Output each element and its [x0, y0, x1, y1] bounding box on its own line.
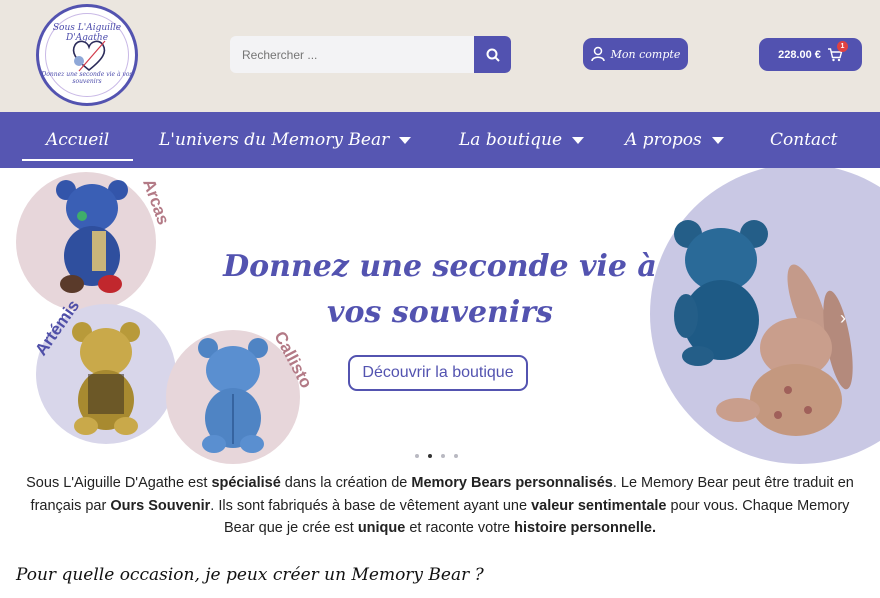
occasion-heading: Pour quelle occasion, je peux créer un M…: [16, 565, 484, 585]
site-logo[interactable]: Sous L'Aiguille D'Agathe Donnez une seco…: [36, 4, 138, 106]
search-icon: [486, 48, 500, 62]
intro-text: Sous L'Aiguille D'Agathe est: [26, 475, 212, 491]
nav-item-apropos[interactable]: A propos: [625, 112, 724, 168]
slider-dot-1[interactable]: [415, 454, 419, 458]
intro-bold: Ours Souvenir: [110, 497, 211, 514]
nav-item-boutique[interactable]: La boutique: [459, 112, 585, 168]
nav-item-contact[interactable]: Contact: [770, 112, 838, 168]
intro-bold: spécialisé: [211, 475, 281, 491]
nav-active-indicator: [22, 159, 133, 161]
chevron-down-icon: [572, 136, 585, 144]
main-nav: Accueil L'univers du Memory Bear La bout…: [0, 112, 880, 168]
nav-item-label: Contact: [770, 130, 838, 150]
search-button[interactable]: [474, 36, 511, 73]
nav-item-univers[interactable]: L'univers du Memory Bear: [159, 112, 412, 168]
bear-image-arcas: [56, 180, 128, 293]
intro-text: dans la création de: [280, 475, 412, 491]
heart-needle-icon: [72, 40, 106, 72]
intro-paragraph: Sous L'Aiguille D'Agathe est spécialisé …: [18, 472, 862, 540]
chevron-down-icon: [711, 136, 724, 144]
bunny-image: [716, 264, 853, 436]
nav-item-label: L'univers du Memory Bear: [159, 130, 390, 150]
search-input[interactable]: [230, 36, 474, 73]
logo-tagline: Donnez une seconde vie à vos souvenirs: [41, 71, 133, 85]
cart-count-badge: 1: [837, 41, 848, 52]
intro-text: . Ils sont fabriqués à base de vêtement …: [210, 497, 532, 514]
intro-bold: valeur sentimentale: [531, 497, 667, 514]
cart-button[interactable]: 228.00 € 1: [759, 38, 862, 71]
hero-title: Donnez une seconde vie à vos souvenirs: [223, 249, 657, 330]
discover-shop-button[interactable]: Découvrir la boutique: [348, 355, 528, 391]
account-button[interactable]: Mon compte: [583, 38, 688, 70]
search-bar: [230, 36, 511, 73]
hero-slider: Arcas Artémis Callisto Donnez une second…: [0, 168, 880, 466]
intro-text: et raconte votre: [405, 520, 515, 536]
account-label: Mon compte: [610, 47, 681, 61]
intro-bold: Memory Bears personnalisés: [411, 475, 613, 491]
intro-bold: unique: [357, 520, 406, 536]
site-header: Sous L'Aiguille D'Agathe Donnez une seco…: [0, 0, 880, 112]
nav-item-label: Accueil: [46, 130, 110, 150]
cart-total: 228.00 €: [778, 48, 821, 61]
chevron-down-icon: [399, 136, 412, 144]
nav-item-label: La boutique: [459, 130, 563, 150]
slider-dot-3[interactable]: [441, 454, 445, 458]
bear-image-callisto: [198, 338, 268, 453]
slider-prev-arrow[interactable]: ‹: [28, 308, 34, 329]
slider-next-arrow[interactable]: ›: [840, 308, 846, 329]
slider-dot-2[interactable]: [428, 454, 432, 458]
slider-dots: [415, 454, 458, 458]
bear-image-artemis: [72, 322, 140, 435]
nav-item-label: A propos: [625, 130, 702, 150]
slider-dot-4[interactable]: [454, 454, 458, 458]
user-icon: [590, 46, 605, 62]
intro-bold: histoire personnelle.: [514, 520, 656, 536]
